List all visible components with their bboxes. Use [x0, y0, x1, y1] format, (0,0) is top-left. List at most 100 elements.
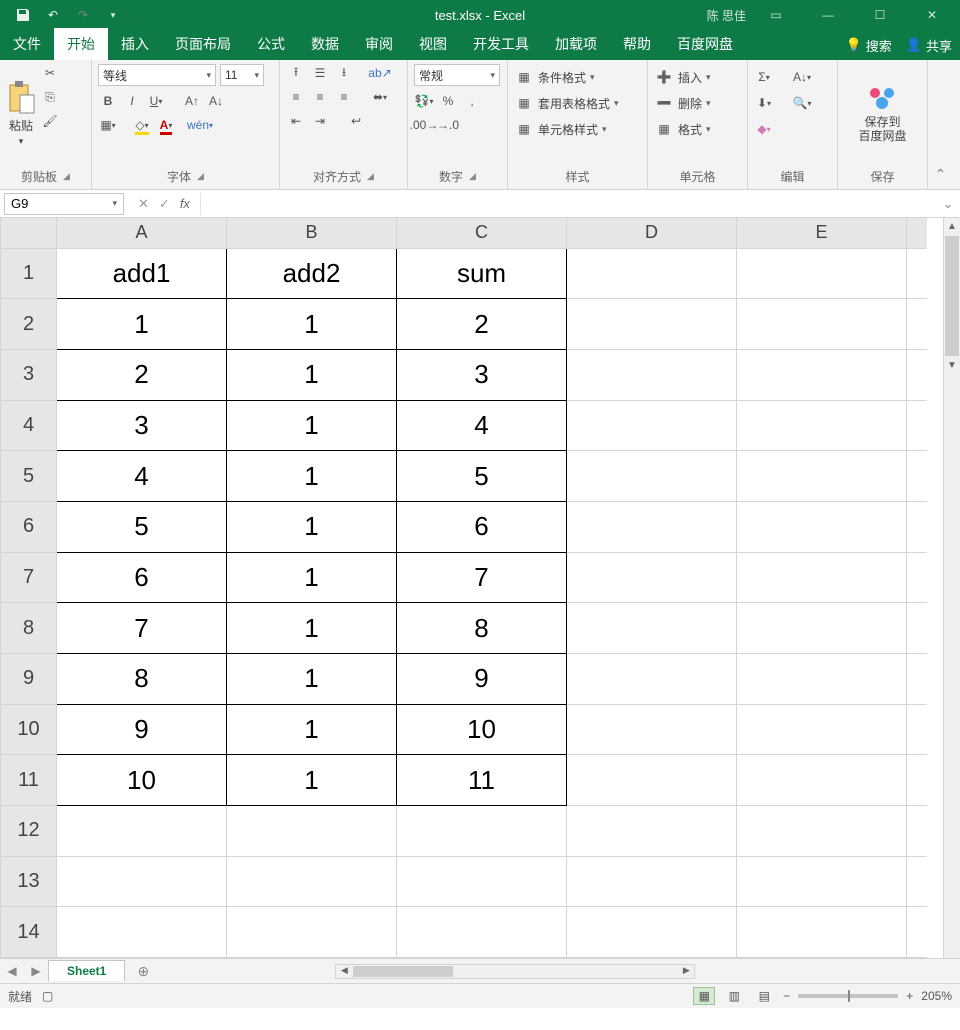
- col-header-A[interactable]: A: [57, 218, 227, 248]
- cell-C7[interactable]: 7: [397, 552, 567, 603]
- row-header-6[interactable]: 6: [1, 501, 57, 552]
- cell-B5[interactable]: 1: [227, 451, 397, 502]
- name-box[interactable]: G9▾: [4, 193, 124, 215]
- save-icon[interactable]: [12, 4, 34, 26]
- undo-icon[interactable]: ↶: [42, 4, 64, 26]
- row-header-11[interactable]: 11: [1, 755, 57, 806]
- cell-D7[interactable]: [567, 552, 737, 603]
- clear-icon[interactable]: ◆▾: [754, 120, 774, 138]
- increase-decimal-icon[interactable]: .00→: [414, 116, 434, 134]
- scroll-down-icon[interactable]: ▼: [944, 357, 960, 374]
- cell-C6[interactable]: 6: [397, 501, 567, 552]
- paste-button[interactable]: 粘贴 ▾: [6, 64, 36, 162]
- cell-B14[interactable]: [227, 907, 397, 958]
- row-header-4[interactable]: 4: [1, 400, 57, 451]
- col-header-B[interactable]: B: [227, 218, 397, 248]
- tab-insert[interactable]: 插入: [108, 28, 162, 60]
- expand-formula-icon[interactable]: ⌄: [936, 196, 960, 212]
- sheet-nav-next-icon[interactable]: ▶: [24, 964, 48, 978]
- fill-icon[interactable]: ⬇▾: [754, 94, 774, 112]
- tab-home[interactable]: 开始: [54, 28, 108, 60]
- zoom-level[interactable]: 205%: [921, 989, 952, 1003]
- zoom-out-icon[interactable]: −: [783, 989, 790, 1003]
- row-header-10[interactable]: 10: [1, 704, 57, 755]
- tab-pagelayout[interactable]: 页面布局: [162, 28, 244, 60]
- copy-icon[interactable]: ⎘: [40, 88, 60, 106]
- scroll-right-icon[interactable]: ▶: [678, 965, 694, 978]
- spreadsheet-grid[interactable]: ABCDE1add1add2sum21123213431454156516761…: [0, 218, 960, 958]
- share-button[interactable]: 👤 共享: [906, 36, 952, 55]
- macro-record-icon[interactable]: ▢: [42, 989, 53, 1003]
- row-header-5[interactable]: 5: [1, 451, 57, 502]
- decrease-indent-icon[interactable]: ⇤: [286, 112, 306, 130]
- clipboard-launcher-icon[interactable]: ◢: [63, 171, 70, 182]
- cell-A10[interactable]: 9: [57, 704, 227, 755]
- percent-icon[interactable]: %: [438, 92, 458, 110]
- cell-E13[interactable]: [737, 856, 907, 907]
- cell-A8[interactable]: 7: [57, 603, 227, 654]
- row-header-12[interactable]: 12: [1, 805, 57, 856]
- font-launcher-icon[interactable]: ◢: [197, 171, 204, 182]
- cell-A7[interactable]: 6: [57, 552, 227, 603]
- cell-B12[interactable]: [227, 805, 397, 856]
- accept-formula-icon[interactable]: ✓: [159, 196, 170, 212]
- accounting-format-icon[interactable]: 💱▾: [414, 92, 434, 110]
- col-header-D[interactable]: D: [567, 218, 737, 248]
- cell-D14[interactable]: [567, 907, 737, 958]
- cell-D11[interactable]: [567, 755, 737, 806]
- cell-C5[interactable]: 5: [397, 451, 567, 502]
- cell-C3[interactable]: 3: [397, 349, 567, 400]
- cell-D9[interactable]: [567, 653, 737, 704]
- zoom-slider[interactable]: [798, 994, 898, 998]
- row-header-9[interactable]: 9: [1, 653, 57, 704]
- formula-input[interactable]: [200, 193, 936, 215]
- number-format-select[interactable]: 常规▾: [414, 64, 500, 86]
- username[interactable]: 陈 思佳: [707, 7, 746, 24]
- cell-E4[interactable]: [737, 400, 907, 451]
- redo-icon[interactable]: ↷: [72, 4, 94, 26]
- add-sheet-icon[interactable]: ⊕: [131, 963, 155, 980]
- qat-customize-icon[interactable]: ▾: [102, 4, 124, 26]
- cell-B7[interactable]: 1: [227, 552, 397, 603]
- conditional-format-button[interactable]: ▦条件格式▾: [514, 68, 641, 86]
- cell-E2[interactable]: [737, 299, 907, 350]
- close-icon[interactable]: ✕: [910, 0, 954, 30]
- cancel-formula-icon[interactable]: ✕: [138, 196, 149, 212]
- cell-A2[interactable]: 1: [57, 299, 227, 350]
- tab-developer[interactable]: 开发工具: [460, 28, 542, 60]
- page-layout-view-icon[interactable]: ▥: [723, 987, 745, 1005]
- merge-icon[interactable]: ⬌▾: [370, 88, 390, 106]
- border-icon[interactable]: ▦▾: [98, 116, 118, 134]
- align-bottom-icon[interactable]: ⭳: [334, 64, 354, 82]
- cell-C2[interactable]: 2: [397, 299, 567, 350]
- cell-D5[interactable]: [567, 451, 737, 502]
- cell-D3[interactable]: [567, 349, 737, 400]
- fx-icon[interactable]: fx: [180, 196, 190, 211]
- cell-B10[interactable]: 1: [227, 704, 397, 755]
- tab-formulas[interactable]: 公式: [244, 28, 298, 60]
- cell-D13[interactable]: [567, 856, 737, 907]
- cell-D2[interactable]: [567, 299, 737, 350]
- cell-B4[interactable]: 1: [227, 400, 397, 451]
- row-header-8[interactable]: 8: [1, 603, 57, 654]
- cell-B6[interactable]: 1: [227, 501, 397, 552]
- cell-E5[interactable]: [737, 451, 907, 502]
- fill-color-icon[interactable]: ◇▾: [132, 116, 152, 134]
- sort-filter-icon[interactable]: A↓▾: [792, 68, 812, 86]
- cell-styles-button[interactable]: ▦单元格样式▾: [514, 120, 641, 138]
- cell-A11[interactable]: 10: [57, 755, 227, 806]
- horizontal-scrollbar[interactable]: ◀ ▶: [335, 964, 695, 979]
- cell-B2[interactable]: 1: [227, 299, 397, 350]
- zoom-in-icon[interactable]: +: [906, 989, 913, 1003]
- tab-addins[interactable]: 加载项: [542, 28, 610, 60]
- cell-A13[interactable]: [57, 856, 227, 907]
- cell-E7[interactable]: [737, 552, 907, 603]
- cell-E3[interactable]: [737, 349, 907, 400]
- row-header-7[interactable]: 7: [1, 552, 57, 603]
- cell-A9[interactable]: 8: [57, 653, 227, 704]
- hscroll-thumb[interactable]: [353, 966, 453, 977]
- phonetic-icon[interactable]: wén▾: [190, 116, 210, 134]
- cell-D12[interactable]: [567, 805, 737, 856]
- cell-A5[interactable]: 4: [57, 451, 227, 502]
- cell-A3[interactable]: 2: [57, 349, 227, 400]
